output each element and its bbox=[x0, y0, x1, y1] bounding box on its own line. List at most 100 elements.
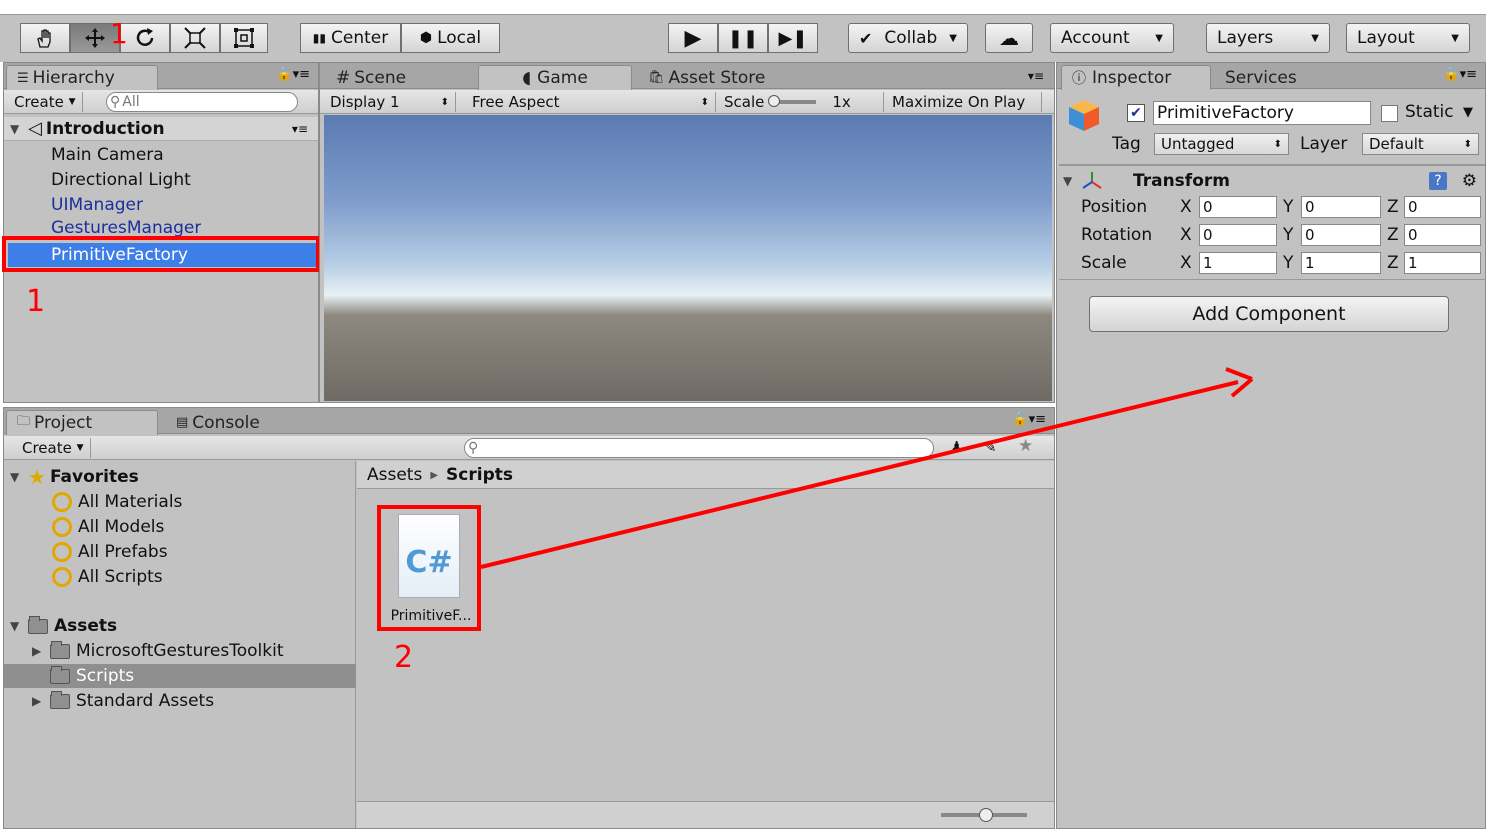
position-x-field[interactable]: 0 bbox=[1199, 196, 1277, 218]
lock-menu-icon[interactable]: 🔒▾≡ bbox=[276, 67, 310, 82]
rect-tool-button[interactable] bbox=[220, 23, 268, 53]
folder-item-scripts[interactable]: Scripts bbox=[4, 664, 356, 688]
tab-scene[interactable]: # Scene bbox=[326, 65, 416, 90]
favorite-item-all-models[interactable]: All Models bbox=[52, 515, 164, 539]
expand-triangle-icon: ▼ bbox=[10, 121, 20, 136]
lock-menu-icon[interactable]: 🔒▾≡ bbox=[1443, 67, 1477, 82]
scene-menu-icon[interactable]: ▾≡ bbox=[292, 122, 308, 136]
tab-inspector[interactable]: ⓘ Inspector bbox=[1061, 65, 1211, 90]
icon-size-slider-knob[interactable] bbox=[979, 808, 993, 822]
assets-label: Assets bbox=[54, 616, 118, 636]
rotation-x-field[interactable]: 0 bbox=[1199, 224, 1277, 246]
hierarchy-item-uimanager[interactable]: UIManager bbox=[51, 193, 143, 217]
search-icon bbox=[52, 542, 72, 562]
scale-y-field[interactable]: 1 bbox=[1301, 252, 1381, 274]
game-viewport[interactable] bbox=[324, 115, 1052, 401]
collab-dropdown[interactable]: ✔ Collab ▼ bbox=[848, 23, 968, 53]
hierarchy-item-directional-light[interactable]: Directional Light bbox=[51, 168, 191, 192]
game-tab-label: Game bbox=[537, 68, 588, 88]
scale-x-field[interactable]: 1 bbox=[1199, 252, 1277, 274]
collapsed-triangle-icon: ▶ bbox=[32, 694, 42, 708]
expand-triangle-icon: ▼ bbox=[10, 470, 20, 484]
assets-header[interactable]: ▼ Assets bbox=[10, 614, 117, 638]
aspect-dropdown[interactable]: Free Aspect ⬍ bbox=[466, 92, 716, 112]
gear-icon[interactable]: ⚙ bbox=[1462, 171, 1477, 191]
filter-type-icon[interactable]: ♟ bbox=[950, 438, 963, 456]
project-panel: 🗀 Project ▤ Console 🔒▾≡ Create ▼ ⚲ ♟ ✎ ★ ▼… bbox=[3, 407, 1055, 829]
favorites-header[interactable]: ▼ ★ Favorites bbox=[10, 465, 139, 489]
tab-hierarchy[interactable]: ☰ Hierarchy bbox=[6, 65, 158, 90]
layout-dropdown[interactable]: Layout ▼ bbox=[1346, 23, 1470, 53]
scale-tool-button[interactable] bbox=[170, 23, 220, 53]
account-label: Account bbox=[1061, 28, 1130, 48]
slider-knob[interactable] bbox=[768, 95, 781, 107]
tab-asset-store[interactable]: 🛍 Asset Store bbox=[638, 65, 775, 90]
lock-menu-icon[interactable]: 🔒▾≡ bbox=[1012, 412, 1046, 427]
help-book-icon[interactable]: ? bbox=[1429, 172, 1447, 190]
hand-icon bbox=[37, 29, 51, 48]
layer-dropdown[interactable]: Default ⬍ bbox=[1362, 133, 1479, 155]
rotation-x-axis: X bbox=[1180, 225, 1192, 245]
annotation-box-hierarchy bbox=[2, 236, 320, 272]
position-y-field[interactable]: 0 bbox=[1301, 196, 1381, 218]
hand-tool-button[interactable] bbox=[20, 23, 70, 53]
list-icon: ☰ bbox=[17, 70, 29, 86]
account-dropdown[interactable]: Account ▼ bbox=[1050, 23, 1174, 53]
hierarchy-search-input[interactable]: ⚲ All bbox=[106, 92, 298, 112]
tab-services[interactable]: Services bbox=[1215, 65, 1307, 90]
favorite-star-icon[interactable]: ★ bbox=[1018, 436, 1033, 456]
scene-name: Introduction bbox=[45, 118, 165, 139]
rotation-y-field[interactable]: 0 bbox=[1301, 224, 1381, 246]
stepper-arrows-icon: ⬍ bbox=[700, 96, 709, 108]
tab-console[interactable]: ▤ Console bbox=[166, 410, 270, 435]
play-button[interactable]: ▶ bbox=[668, 23, 718, 53]
scale-z-field[interactable]: 1 bbox=[1404, 252, 1481, 274]
scene-header[interactable]: ▼ ◁ Introduction ▾≡ bbox=[4, 117, 318, 141]
position-z-field[interactable]: 0 bbox=[1404, 196, 1481, 218]
divider bbox=[1059, 164, 1485, 166]
tag-dropdown[interactable]: Untagged ⬍ bbox=[1154, 133, 1289, 155]
transform-header[interactable]: ▼ Transform ? ⚙ bbox=[1063, 169, 1483, 193]
display-dropdown[interactable]: Display 1 ⬍ bbox=[324, 92, 456, 112]
breadcrumb-assets[interactable]: Assets bbox=[367, 465, 422, 485]
tab-game[interactable]: ◖ Game bbox=[478, 65, 632, 90]
hierarchy-create-button[interactable]: Create ▼ bbox=[8, 92, 83, 112]
project-create-button[interactable]: Create ▼ bbox=[16, 438, 91, 458]
pause-button[interactable]: ❚❚ bbox=[718, 23, 768, 53]
pivot-center-button[interactable]: ▮▮ Center bbox=[300, 23, 401, 53]
maximize-on-play-toggle[interactable]: Maximize On Play bbox=[886, 92, 1042, 112]
folder-item-microsoftgesturestoolkit[interactable]: ▶ MicrosoftGesturesToolkit bbox=[32, 639, 283, 663]
asset-store-tab-label: Asset Store bbox=[668, 67, 766, 88]
pause-icon: ❚❚ bbox=[727, 27, 759, 49]
pivot-local-button[interactable]: ⬢ Local bbox=[401, 23, 500, 53]
collapsed-triangle-icon: ▶ bbox=[32, 644, 42, 658]
folder-item-standard-assets[interactable]: ▶ Standard Assets bbox=[32, 689, 214, 713]
scale-slider[interactable]: Scale 1x bbox=[718, 92, 884, 112]
favorite-item-all-materials[interactable]: All Materials bbox=[52, 490, 182, 514]
breadcrumb: Assets ▶ Scripts bbox=[357, 461, 1054, 489]
position-label: Position bbox=[1081, 197, 1148, 217]
filter-label-icon[interactable]: ✎ bbox=[984, 438, 997, 456]
static-dropdown-arrow-icon[interactable]: ▼ bbox=[1463, 105, 1473, 120]
layers-dropdown[interactable]: Layers ▼ bbox=[1206, 23, 1330, 53]
tab-menu-icon[interactable]: ▾≡ bbox=[1028, 69, 1044, 83]
step-button[interactable]: ▶❚ bbox=[768, 23, 818, 53]
position-z-axis: Z bbox=[1387, 197, 1399, 217]
dropdown-arrow-icon: ▼ bbox=[1451, 32, 1459, 44]
static-checkbox[interactable] bbox=[1381, 105, 1398, 122]
add-component-label: Add Component bbox=[1192, 303, 1346, 325]
favorite-item-all-scripts[interactable]: All Scripts bbox=[52, 565, 163, 589]
folder-icon bbox=[50, 640, 70, 659]
info-icon: ⓘ bbox=[1072, 71, 1086, 87]
project-search-input[interactable]: ⚲ bbox=[464, 438, 934, 458]
active-checkbox[interactable]: ✔ bbox=[1127, 104, 1145, 122]
tab-project[interactable]: 🗀 Project bbox=[6, 410, 158, 435]
breadcrumb-scripts[interactable]: Scripts bbox=[446, 465, 513, 485]
favorite-item-all-prefabs[interactable]: All Prefabs bbox=[52, 540, 168, 564]
hierarchy-item-main-camera[interactable]: Main Camera bbox=[51, 143, 164, 167]
rotation-z-field[interactable]: 0 bbox=[1404, 224, 1481, 246]
cloud-button[interactable]: ☁ bbox=[985, 23, 1033, 53]
add-component-button[interactable]: Add Component bbox=[1089, 296, 1449, 332]
object-name-field[interactable]: PrimitiveFactory bbox=[1153, 101, 1371, 125]
hierarchy-item-gesturesmanager[interactable]: GesturesManager bbox=[51, 218, 201, 236]
